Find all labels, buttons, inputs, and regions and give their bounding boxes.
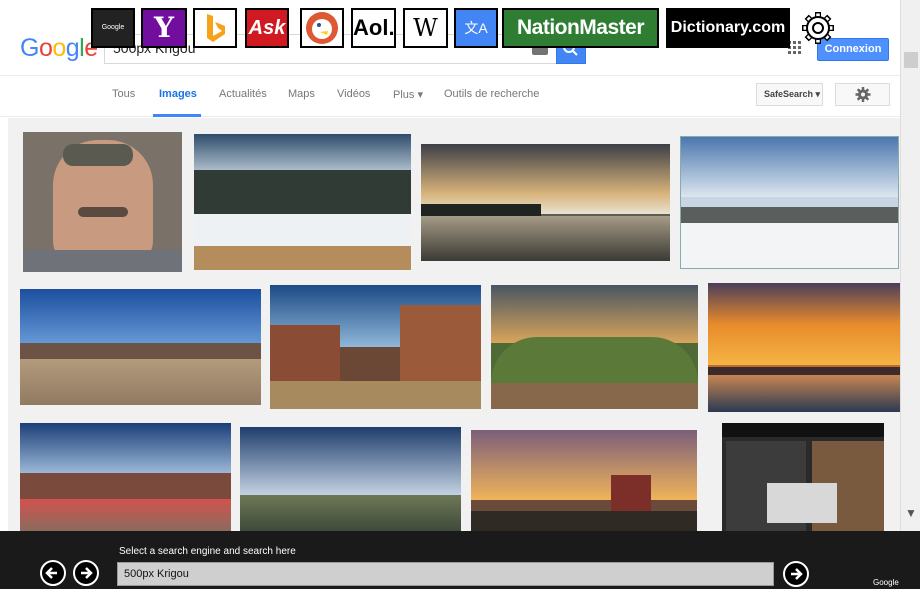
yahoo-icon: Y — [154, 11, 174, 44]
bottom-search-bar: Select a search engine and search here 5… — [0, 531, 920, 589]
image-result[interactable] — [421, 144, 670, 261]
tab-images[interactable]: Images — [159, 88, 197, 100]
engine-google[interactable]: Google — [91, 8, 135, 48]
gear-icon — [802, 12, 834, 44]
engine-duckduckgo[interactable] — [300, 8, 344, 48]
arrow-right-icon — [81, 567, 93, 579]
image-result[interactable] — [20, 423, 231, 531]
image-result[interactable] — [491, 285, 698, 409]
aol-icon: Aol. — [353, 15, 395, 40]
search-prompt: Select a search engine and search here — [119, 546, 296, 557]
bing-icon — [207, 14, 225, 42]
engine-wikipedia[interactable]: W — [403, 8, 448, 48]
back-button[interactable] — [40, 560, 66, 586]
image-result[interactable] — [680, 136, 899, 269]
image-result[interactable] — [20, 289, 261, 405]
engine-bar: Google Y Ask Aol. W 文A NationMaster Dict… — [0, 0, 920, 52]
gear-icon — [855, 87, 871, 102]
engine-search-value: 500px Krigou — [124, 568, 189, 580]
engine-label: Google — [101, 24, 125, 31]
scrollbar-thumb[interactable] — [904, 52, 918, 68]
arrow-right-icon — [791, 568, 803, 580]
image-result[interactable] — [471, 430, 697, 531]
image-result[interactable] — [194, 134, 411, 270]
tab-news[interactable]: Actualités — [219, 88, 267, 100]
current-engine-label: Google — [873, 578, 899, 587]
engine-aol[interactable]: Aol. — [351, 8, 396, 48]
engine-ask[interactable]: Ask — [245, 8, 289, 48]
engine-search-input[interactable]: 500px Krigou — [117, 562, 774, 586]
safesearch-dropdown[interactable]: SafeSearch ▾ — [756, 83, 823, 106]
search-tabs: Tous Images Actualités Maps Vidéos Plus … — [0, 76, 900, 117]
app-window: Google 500px Krigou Connexion Tous Image… — [0, 0, 920, 589]
engine-yahoo[interactable]: Y — [141, 8, 187, 48]
scrollbar[interactable]: ▼ — [900, 0, 920, 531]
engine-translate[interactable]: 文A — [454, 8, 498, 48]
settings-gear[interactable] — [797, 8, 839, 48]
image-result[interactable] — [240, 427, 461, 531]
tab-videos[interactable]: Vidéos — [337, 88, 370, 100]
scroll-down-icon[interactable]: ▼ — [905, 506, 917, 520]
image-results — [8, 118, 900, 531]
duckduckgo-icon — [306, 12, 338, 44]
engine-nationmaster[interactable]: NationMaster — [502, 8, 659, 48]
image-result[interactable] — [722, 423, 884, 531]
translate-icon: 文A — [464, 20, 488, 36]
arrow-left-icon — [45, 567, 57, 579]
tab-all[interactable]: Tous — [112, 88, 135, 100]
image-result[interactable] — [23, 132, 182, 272]
image-result[interactable] — [708, 283, 900, 412]
go-button[interactable] — [783, 561, 809, 587]
dictionary-icon: Dictionary.com — [670, 19, 786, 36]
nationmaster-icon: NationMaster — [516, 16, 645, 39]
image-result[interactable] — [270, 285, 481, 409]
tab-search-tools[interactable]: Outils de recherche — [444, 88, 539, 100]
tab-maps[interactable]: Maps — [288, 88, 315, 100]
ask-icon: Ask — [248, 17, 286, 39]
tab-more[interactable]: Plus ▾ — [393, 88, 423, 101]
engine-dictionary[interactable]: Dictionary.com — [666, 8, 790, 48]
forward-button[interactable] — [73, 560, 99, 586]
wikipedia-icon: W — [413, 14, 438, 42]
active-tab-indicator — [153, 114, 201, 117]
engine-bing[interactable] — [193, 8, 237, 48]
settings-button[interactable] — [835, 83, 890, 106]
